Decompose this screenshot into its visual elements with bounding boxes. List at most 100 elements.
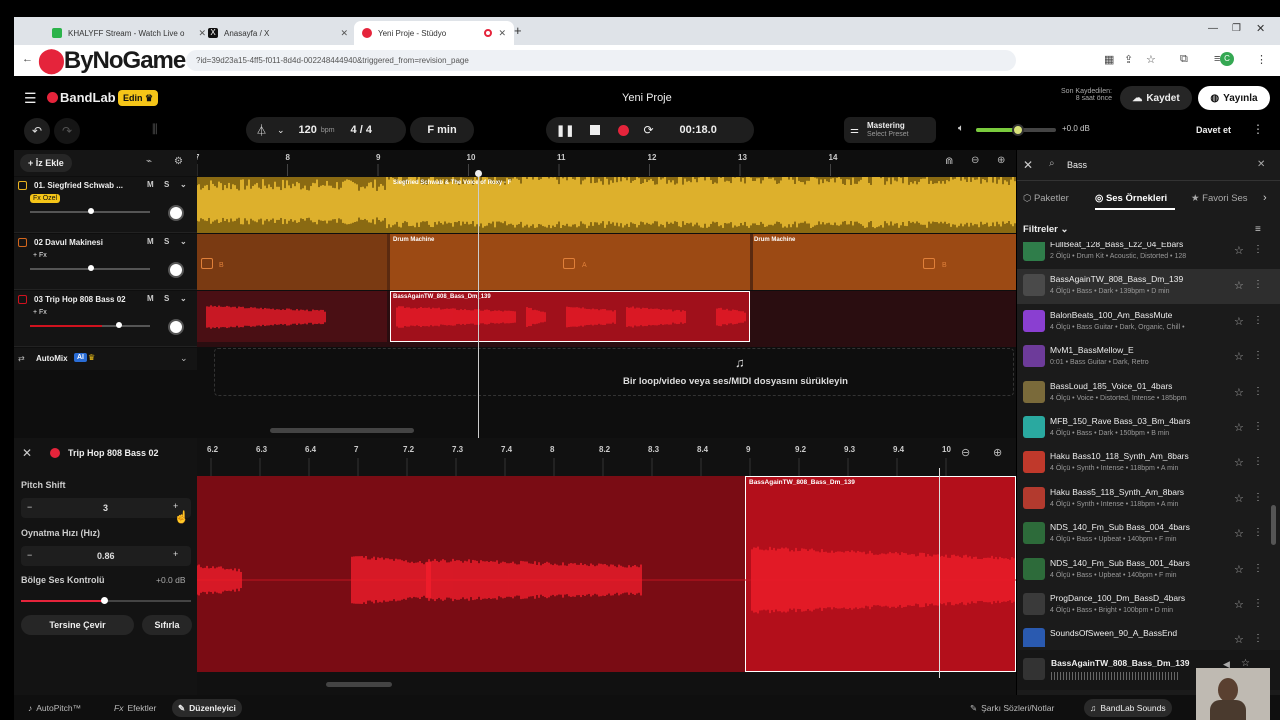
profile-avatar[interactable]: C (1220, 52, 1234, 66)
playhead[interactable] (478, 172, 479, 438)
stop-icon[interactable] (590, 125, 601, 135)
editor-playhead[interactable] (939, 468, 940, 678)
minus-icon[interactable]: − (27, 550, 32, 560)
sample-item[interactable]: NDS_140_Fm_Sub Bass_004_4bars 4 Ölçü • Ba… (1017, 517, 1280, 552)
speed-stepper[interactable]: − 0.86 + (21, 546, 191, 566)
effects-button[interactable]: Fx Efektler (108, 699, 162, 717)
region-gain-slider[interactable] (21, 597, 191, 604)
editor-ruler[interactable]: 6.2 6.3 6.4 7 7.2 7.3 7.4 8 8.2 8.3 8.4 9 9.2 9.3 9.4 1… (197, 438, 1016, 476)
solo-button[interactable]: S (164, 180, 169, 189)
key-selector[interactable]: F min (410, 117, 474, 143)
sample-item[interactable]: MvM1_BassMellow_E 0:01 • Bass Guitar • Da… (1017, 340, 1280, 375)
undo-button[interactable]: ↶ (24, 118, 50, 144)
pan-knob[interactable] (168, 262, 184, 278)
bandlab-sounds-button[interactable]: ♫ BandLab Sounds (1084, 699, 1172, 717)
time-signature[interactable]: 4 / 4 (351, 124, 372, 136)
extension-icon[interactable]: ▦ (1104, 53, 1114, 66)
mute-button[interactable]: M (147, 294, 154, 303)
bpm-value[interactable]: 120 (299, 124, 317, 136)
chevron-down-icon[interactable]: ⌄ (180, 353, 188, 364)
sample-item[interactable]: BassAgainTW_808_Bass_Dm_139 4 Ölçü • Bass… (1017, 269, 1280, 305)
mastering-button[interactable]: ⚌ Mastering Select Preset (844, 117, 936, 143)
drum-clip[interactable] (197, 234, 387, 290)
speed-value[interactable]: 0.86 (97, 551, 115, 561)
star-icon[interactable]: ☆ (1234, 492, 1244, 505)
mixer-icon[interactable]: ⫼ (152, 122, 158, 137)
drop-zone[interactable]: ♫ Bir loop/video veya ses/MIDI dosyasını… (214, 348, 1014, 396)
star-icon[interactable]: ☆ (1234, 386, 1244, 399)
fx-badge[interactable]: Fx Özel (30, 194, 61, 203)
close-icon[interactable]: ✕ (498, 28, 506, 39)
automix-row[interactable]: ⇄ AutoMix AI ♛ ⌄ (14, 348, 197, 370)
more-options-icon[interactable]: ⋮ (1253, 456, 1263, 467)
track-name[interactable]: 03 Trip Hop 808 Bass 02 (34, 295, 126, 304)
save-button[interactable]: ☁ Kaydet (1120, 86, 1192, 110)
maximize-icon[interactable]: ❐ (1232, 23, 1241, 34)
tab-ses-ornekleri[interactable]: ◎ Ses Örnekleri (1095, 193, 1167, 204)
browser-menu-icon[interactable]: ⋮ (1256, 53, 1267, 66)
track-lane-1[interactable]: Siegfried Schwab & The Voice of Roxy - F (197, 177, 1016, 233)
chevron-down-icon[interactable]: ⌄ (277, 125, 285, 136)
chevron-down-icon[interactable]: ⌄ (180, 237, 187, 246)
publish-button[interactable]: ◍ Yayınla (1198, 86, 1270, 110)
record-icon[interactable] (618, 124, 630, 136)
sample-item[interactable]: SoundsOfSween_90_A_BassEnd ☆ ⋮ (1017, 623, 1280, 647)
star-icon[interactable]: ☆ (1234, 279, 1244, 292)
star-icon[interactable]: ☆ (1234, 456, 1244, 469)
pitch-shift-stepper[interactable]: − 3 + (21, 498, 191, 518)
lyrics-button[interactable]: ✎ Şarkı Sözleri/Notlar (964, 699, 1060, 717)
reverse-button[interactable]: Tersine Çevir (21, 615, 134, 635)
playhead-handle[interactable] (475, 170, 482, 177)
more-options-icon[interactable]: ⋮ (1253, 633, 1263, 644)
url-field[interactable]: ?id=39d23a15-4ff5-f011-8d4d-002248444940… (186, 50, 1016, 71)
chevron-down-icon[interactable]: ⌄ (180, 180, 187, 189)
more-options-icon[interactable]: ⋮ (1253, 563, 1263, 574)
star-icon[interactable]: ☆ (1234, 244, 1244, 257)
sample-item[interactable]: FullBeat_128_Bass_Lz2_04_Ebars 2 Ölçü • D… (1017, 242, 1280, 269)
close-panel-icon[interactable]: ✕ (1023, 158, 1033, 172)
star-icon[interactable]: ☆ (1234, 421, 1244, 434)
editor-scrollbar[interactable] (326, 682, 392, 687)
autopitch-button[interactable]: ♪ AutoPitch™ (22, 699, 87, 717)
more-options-icon[interactable]: ⋮ (1253, 527, 1263, 538)
star-icon[interactable]: ☆ (1234, 527, 1244, 540)
more-options-icon[interactable]: ⋮ (1253, 315, 1263, 326)
more-options-icon[interactable]: ⋮ (1253, 350, 1263, 361)
list-scrollbar[interactable] (1271, 505, 1276, 545)
zoom-out-icon[interactable]: ⊖ (961, 446, 970, 459)
tab-favori[interactable]: ★ Favori Ses (1191, 193, 1261, 204)
editor-waveform-area[interactable]: BassAgainTW_808_Bass_Dm_139 (197, 468, 1016, 678)
star-icon[interactable]: ☆ (1234, 315, 1244, 328)
puzzle-icon[interactable]: ⧉ (1180, 53, 1188, 66)
close-editor-icon[interactable]: ✕ (22, 446, 32, 460)
browser-tab-3[interactable]: Yeni Proje - Stüdyo ✕ (354, 21, 514, 45)
edin-button[interactable]: Edin ♛ (118, 90, 159, 106)
search-input[interactable]: ⌕ Bass ✕ (1045, 154, 1273, 176)
track-header-1[interactable]: 01. Siegfried Schwab ... M S ⌄ Fx Özel (14, 177, 197, 233)
star-icon[interactable]: ☆ (1234, 350, 1244, 363)
mute-button[interactable]: M (147, 237, 154, 246)
browser-tab-2[interactable]: X Anasayfa / X ✕ (200, 21, 356, 45)
speaker-icon[interactable]: 🔈︎ (958, 123, 964, 134)
slider-thumb[interactable] (101, 597, 108, 604)
close-window-icon[interactable]: ✕ (1256, 22, 1265, 35)
loop-icon[interactable]: ⟳ (643, 123, 653, 137)
more-options-icon[interactable]: ⋮ (1252, 122, 1264, 136)
zoom-in-icon[interactable]: ⊕ (993, 446, 1002, 459)
redo-button[interactable]: ↷ (54, 118, 80, 144)
zoom-out-icon[interactable]: ⊖ (971, 155, 979, 166)
star-icon[interactable]: ☆ (1234, 633, 1244, 646)
reset-button[interactable]: Sıfırla (142, 615, 192, 635)
solo-button[interactable]: S (164, 294, 169, 303)
settings-sliders-icon[interactable]: ⚙ (174, 156, 183, 167)
more-options-icon[interactable]: ⋮ (1253, 279, 1263, 290)
minimize-icon[interactable]: — (1208, 23, 1218, 34)
track-lane-3[interactable]: BassAgainTW_808_Bass_Dm_139 (197, 291, 1016, 347)
sample-item[interactable]: BassLoud_185_Voice_01_4bars 4 Ölçü • Voic… (1017, 376, 1280, 411)
track-volume-slider[interactable] (30, 265, 150, 271)
sample-item[interactable]: Haku Bass10_118_Synth_Am_8bars 4 Ölçü • S… (1017, 446, 1280, 481)
plus-icon[interactable]: + (173, 549, 178, 559)
close-icon[interactable]: ✕ (340, 28, 348, 39)
sample-item[interactable]: MFB_150_Rave Bass_03_Bm_4bars 4 Ölçü • Ba… (1017, 411, 1280, 446)
timeline-ruler[interactable]: 7 8 9 10 11 12 13 14 ⋒ ⊖ ⊕ (197, 150, 1016, 176)
